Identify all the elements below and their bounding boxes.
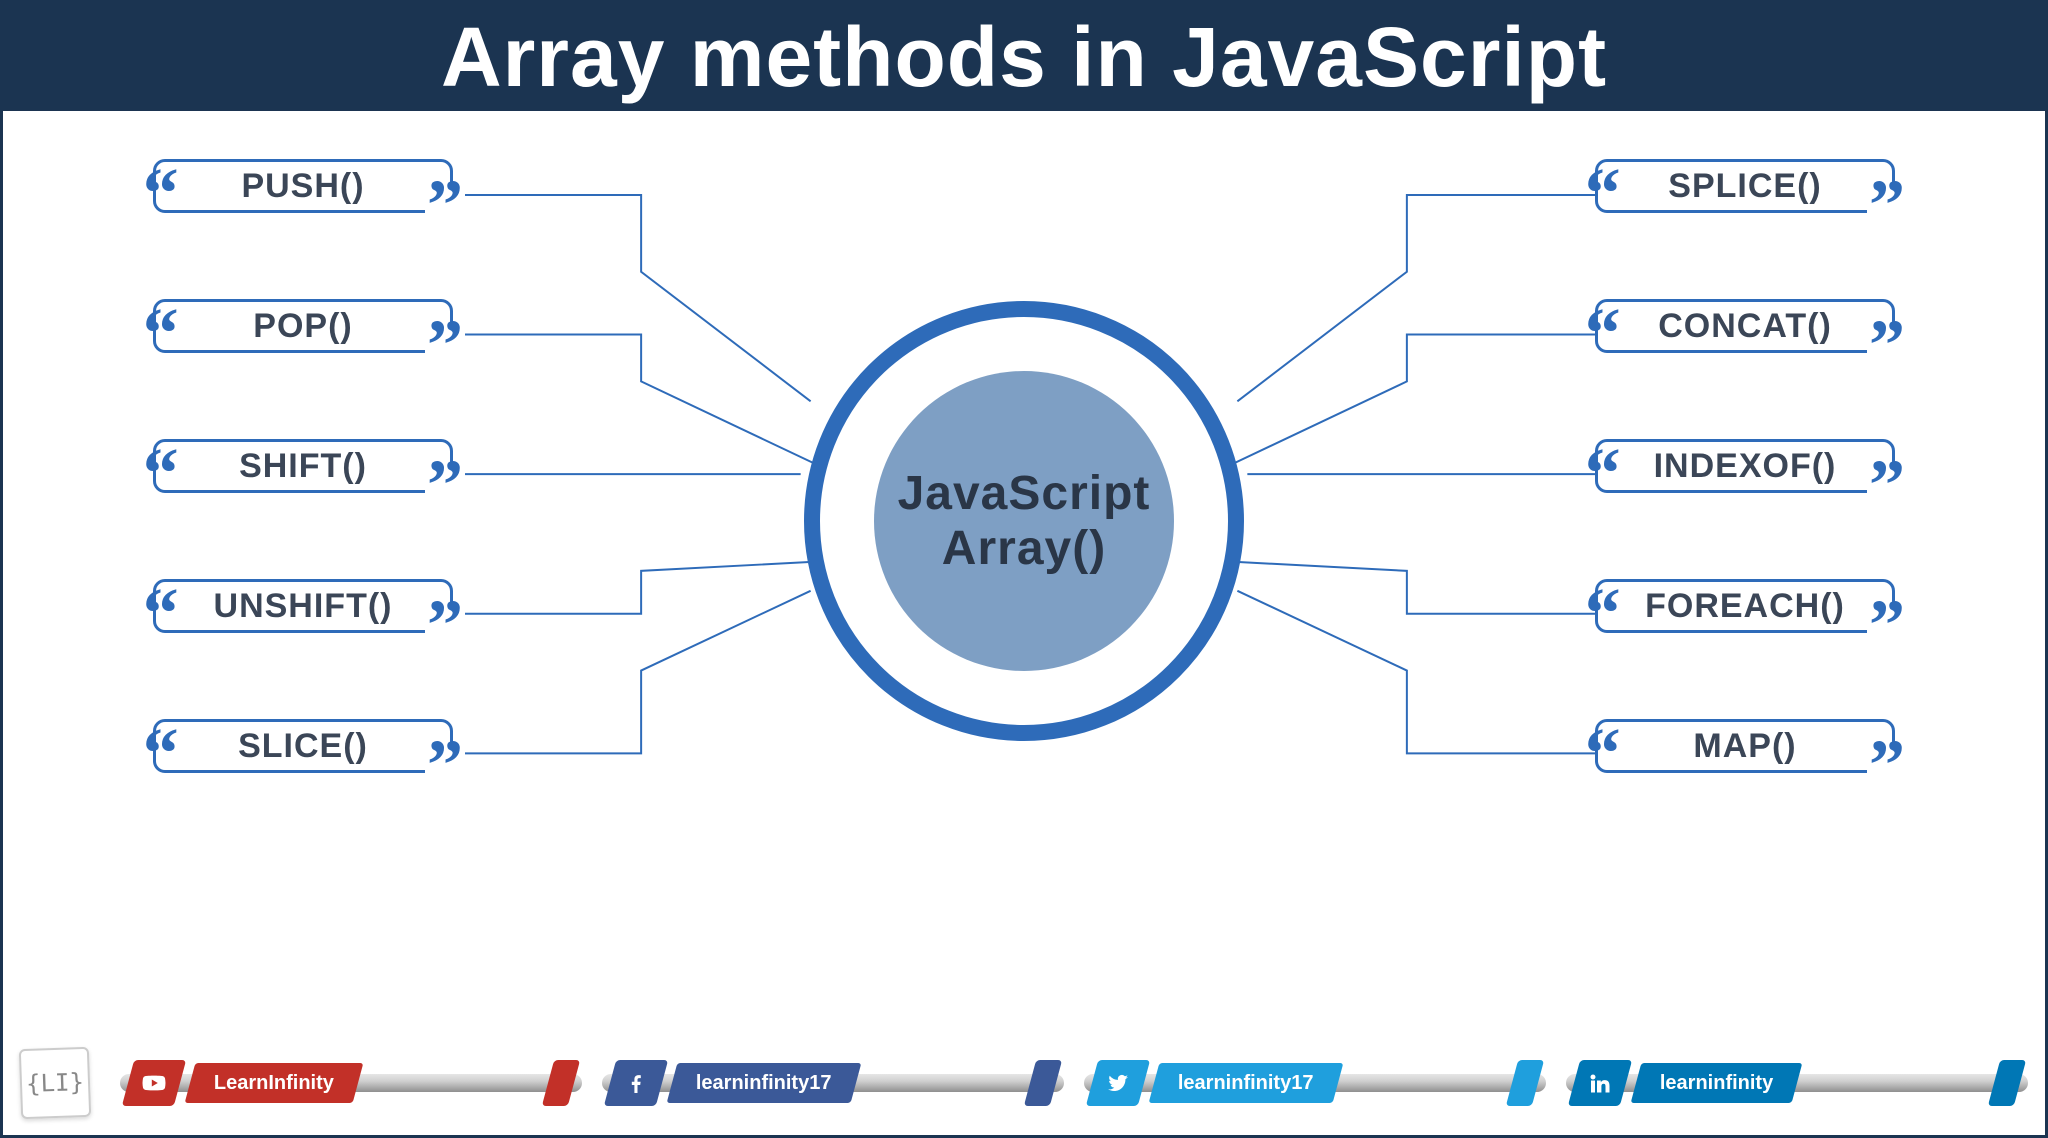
method-label: MAP()	[1595, 719, 1895, 773]
method-map: ” MAP() ”	[1595, 711, 1895, 781]
method-label: SPLICE()	[1595, 159, 1895, 213]
hub: JavaScript Array()	[874, 371, 1174, 671]
method-label: SHIFT()	[153, 439, 453, 493]
method-concat: ” CONCAT() ”	[1595, 291, 1895, 361]
method-label: INDEXOF()	[1595, 439, 1895, 493]
method-label: PUSH()	[153, 159, 453, 213]
social-link-twitter[interactable]: learninfinity17	[1084, 1058, 1546, 1108]
social-bar: {LI} LearnInfinity learninfinity17	[0, 1028, 2048, 1138]
methods-left-column: ” PUSH() ” ” POP() ” ” SHIFT() ” ” UNSHI…	[153, 151, 453, 781]
quote-close-icon: ”	[425, 187, 465, 223]
method-label: UNSHIFT()	[153, 579, 453, 633]
social-link-youtube[interactable]: LearnInfinity	[120, 1058, 582, 1108]
method-splice: ” SPLICE() ”	[1595, 151, 1895, 221]
method-label: POP()	[153, 299, 453, 353]
social-link-facebook[interactable]: learninfinity17	[602, 1058, 1064, 1108]
diagram: JavaScript Array() ” PUSH() ” ” POP() ” …	[3, 151, 2045, 891]
method-label: SLICE()	[153, 719, 453, 773]
page-header: Array methods in JavaScript	[3, 3, 2045, 111]
methods-right-column: ” SPLICE() ” ” CONCAT() ” ” INDEXOF() ” …	[1595, 151, 1895, 781]
quote-close-icon: ”	[1867, 187, 1907, 223]
method-unshift: ” UNSHIFT() ”	[153, 571, 453, 641]
social-handle: LearnInfinity	[185, 1063, 364, 1103]
quote-close-icon: ”	[425, 327, 465, 363]
hub-text-line2: Array()	[942, 521, 1106, 576]
linkedin-icon	[1568, 1060, 1632, 1106]
quote-close-icon: ”	[1867, 467, 1907, 503]
quote-close-icon: ”	[1867, 607, 1907, 643]
method-push: ” PUSH() ”	[153, 151, 453, 221]
youtube-icon	[122, 1060, 186, 1106]
page-title: Array methods in JavaScript	[441, 9, 1607, 106]
social-links: LearnInfinity learninfinity17 learninfin…	[120, 1058, 2028, 1108]
quote-close-icon: ”	[425, 747, 465, 783]
hub-text-line1: JavaScript	[898, 466, 1151, 521]
social-handle: learninfinity	[1631, 1063, 1803, 1103]
method-slice: ” SLICE() ”	[153, 711, 453, 781]
twitter-icon	[1086, 1060, 1150, 1106]
method-shift: ” SHIFT() ”	[153, 431, 453, 501]
quote-close-icon: ”	[425, 607, 465, 643]
method-label: FOREACH()	[1595, 579, 1895, 633]
facebook-icon	[604, 1060, 668, 1106]
brand-logo: {LI}	[19, 1047, 91, 1119]
social-link-linkedin[interactable]: learninfinity	[1566, 1058, 2028, 1108]
quote-close-icon: ”	[1867, 327, 1907, 363]
quote-close-icon: ”	[425, 467, 465, 503]
method-foreach: ” FOREACH() ”	[1595, 571, 1895, 641]
quote-close-icon: ”	[1867, 747, 1907, 783]
method-indexof: ” INDEXOF() ”	[1595, 431, 1895, 501]
social-handle: learninfinity17	[1149, 1063, 1343, 1103]
method-pop: ” POP() ”	[153, 291, 453, 361]
method-label: CONCAT()	[1595, 299, 1895, 353]
social-handle: learninfinity17	[667, 1063, 861, 1103]
